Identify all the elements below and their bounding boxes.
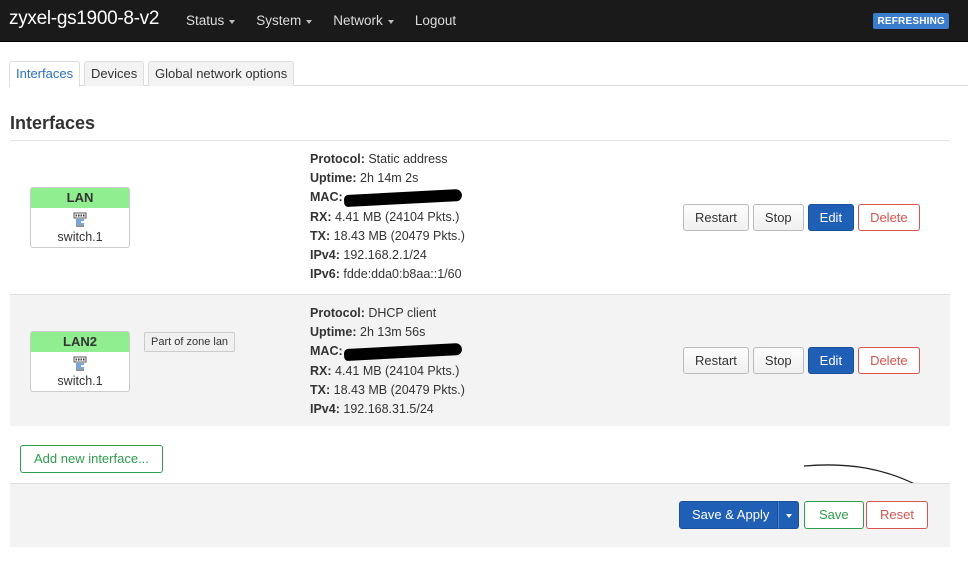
chevron-down-icon — [229, 19, 236, 24]
label: MAC: — [310, 190, 343, 205]
value: 2h 14m 2s — [360, 171, 419, 186]
value: DHCP client — [368, 306, 437, 320]
edit-button[interactable]: Edit — [807, 347, 855, 374]
value: 192.168.2.1/24 — [343, 248, 427, 263]
tab-interfaces[interactable]: Interfaces — [9, 61, 81, 87]
redaction-mark — [343, 189, 462, 208]
interface-name: LAN2 — [31, 332, 129, 352]
value: fdde:dda0:b8aa::1/60 — [343, 267, 462, 282]
interface-device: switch.1 — [57, 230, 103, 244]
chevron-down-icon — [785, 513, 792, 518]
interface-device: switch.1 — [57, 374, 103, 388]
main-nav: Status System Network Logout — [186, 0, 477, 42]
info-rx: RX: 4.41 MB (24104 Pkts.) — [310, 208, 465, 227]
row-actions: Restart Stop Edit Delete — [683, 347, 920, 374]
interface-status-info: Protocol: Static address Uptime: 2h 14m … — [310, 150, 465, 284]
info-tx: TX: 18.43 MB (20479 Pkts.) — [310, 381, 465, 400]
value: Static address — [368, 152, 448, 166]
save-button[interactable]: Save — [804, 501, 864, 529]
delete-button[interactable]: Delete — [858, 204, 920, 231]
label: IPv6: — [310, 267, 340, 282]
label: Protocol: — [310, 152, 365, 166]
info-ipv6: IPv6: fdde:dda0:b8aa::1/60 — [310, 265, 465, 284]
info-tx: TX: 18.43 MB (20479 Pkts.) — [310, 227, 465, 246]
section-title: Interfaces — [10, 113, 96, 133]
value: 4.41 MB (24104 Pkts.) — [335, 209, 460, 224]
stop-button[interactable]: Stop — [752, 204, 804, 231]
value: 192.168.31.5/24 — [343, 402, 434, 417]
tab-global-network-options[interactable]: Global network options — [148, 61, 295, 86]
tab-bar: Interfaces Devices Global network option… — [9, 61, 968, 87]
restart-button[interactable]: Restart — [683, 347, 749, 374]
value: 18.43 MB (20479 Pkts.) — [333, 382, 465, 397]
chevron-down-icon — [306, 19, 313, 24]
label: RX: — [310, 363, 332, 378]
stop-button[interactable]: Stop — [752, 347, 804, 374]
redaction-mark — [343, 343, 462, 362]
brand-hostname[interactable]: zyxel-gs1900-8-v2 — [9, 8, 159, 30]
interface-status-info: Protocol: DHCP client Uptime: 2h 13m 56s… — [310, 304, 465, 419]
save-apply-dropdown-toggle[interactable] — [778, 501, 800, 529]
save-apply-button[interactable]: Save & Apply — [679, 501, 779, 529]
ethernet-switch-icon — [31, 355, 129, 373]
nav-status-label: Status — [186, 13, 225, 28]
nav-network-menu[interactable]: Network — [333, 0, 394, 42]
chevron-down-icon — [387, 19, 394, 24]
value: 2h 13m 56s — [360, 325, 426, 340]
interface-badge-lan: LAN switch.1 — [30, 187, 130, 248]
value: 18.43 MB (20479 Pkts.) — [333, 228, 465, 243]
form-footer: Save & Apply Save Reset — [10, 483, 950, 547]
row-actions: Restart Stop Edit Delete — [683, 204, 920, 231]
nav-network-label: Network — [333, 13, 383, 28]
nav-logout-label: Logout — [414, 13, 457, 28]
interface-name: LAN — [31, 188, 129, 208]
label: Uptime: — [310, 171, 357, 186]
label: Uptime: — [310, 325, 357, 340]
delete-button[interactable]: Delete — [858, 347, 920, 374]
info-ipv4: IPv4: 192.168.2.1/24 — [310, 246, 465, 265]
restart-button[interactable]: Restart — [683, 204, 749, 231]
save-apply-group: Save & Apply — [679, 501, 800, 529]
add-new-interface-button[interactable]: Add new interface... — [20, 445, 163, 473]
refreshing-badge[interactable]: REFRESHING — [873, 13, 949, 29]
nav-system-menu[interactable]: System — [256, 0, 313, 42]
label: Protocol: — [310, 306, 365, 320]
label: TX: — [310, 382, 331, 397]
info-rx: RX: 4.41 MB (24104 Pkts.) — [310, 362, 465, 381]
nav-logout-link[interactable]: Logout — [415, 0, 456, 42]
label: MAC: — [310, 344, 343, 359]
label: IPv4: — [310, 402, 340, 417]
info-ipv4: IPv4: 192.168.31.5/24 — [310, 400, 465, 419]
interface-row-lan2: LAN2 switch.1 Part of zone lan Protocol:… — [10, 294, 950, 426]
info-uptime: Uptime: 2h 13m 56s — [310, 323, 465, 342]
info-protocol: Protocol: DHCP client — [310, 304, 465, 323]
edit-button[interactable]: Edit — [807, 204, 855, 231]
info-protocol: Protocol: Static address — [310, 150, 465, 169]
zone-tooltip: Part of zone lan — [144, 332, 236, 352]
info-mac: MAC: — [310, 342, 465, 362]
reset-button[interactable]: Reset — [866, 501, 928, 529]
info-uptime: Uptime: 2h 14m 2s — [310, 169, 465, 188]
tab-devices[interactable]: Devices — [84, 61, 145, 86]
label: RX: — [310, 209, 332, 224]
top-navbar: zyxel-gs1900-8-v2 Status System Network … — [0, 0, 968, 42]
interface-row-lan: LAN switch.1 Protocol: Static address Up… — [10, 141, 950, 293]
ethernet-switch-icon — [31, 211, 129, 229]
label: TX: — [310, 228, 331, 243]
interface-badge-lan2: LAN2 switch.1 — [30, 331, 130, 392]
nav-status-menu[interactable]: Status — [186, 0, 236, 42]
nav-system-label: System — [256, 13, 302, 28]
info-mac: MAC: — [310, 188, 465, 208]
value: 4.41 MB (24104 Pkts.) — [335, 363, 460, 378]
label: IPv4: — [310, 248, 340, 263]
